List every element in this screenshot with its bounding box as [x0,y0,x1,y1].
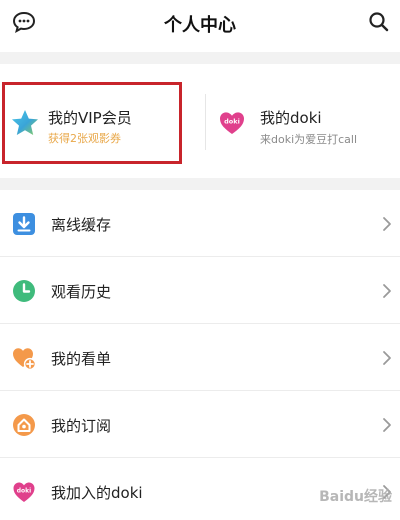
section-gap [0,52,400,64]
menu-item-watch-history[interactable]: 观看历史 [0,257,400,324]
doki-card-subtitle: 来doki为爱豆打call [260,133,358,146]
menu-item-offline-cache[interactable]: 离线缓存 [0,190,400,257]
chevron-right-icon [383,418,391,432]
section-gap [0,178,400,190]
top-bar: 个人中心 [0,0,400,52]
clock-icon [13,280,35,302]
doki-card-title: 我的doki [260,109,322,127]
menu-item-my-watchlist[interactable]: 我的看单 [0,324,400,391]
watermark: Baidu经验 [319,489,392,505]
menu-item-label: 我的看单 [51,350,112,368]
doki-heart-icon: doki [13,482,35,502]
my-doki-card[interactable]: doki 我的doki 来doki为爱豆打call [204,64,400,178]
chevron-right-icon [383,284,391,298]
menu-item-label: 离线缓存 [51,216,112,234]
menu-item-my-subscriptions[interactable]: 我的订阅 [0,391,400,458]
download-icon [13,213,35,235]
membership-cards: 我的VIP会员 获得2张观影券 doki 我的doki 来doki为爱豆打cal… [0,64,400,178]
highlight-frame [2,82,182,164]
doki-icon-text: doki [224,118,240,126]
doki-heart-icon: doki [220,112,244,134]
menu-item-label: 我的订阅 [51,417,112,435]
menu-list: 离线缓存 观看历史 我的看单 我的订阅 doki 我加入的doki [0,190,400,520]
menu-item-label: 观看历史 [51,283,112,301]
menu-item-label: 我加入的doki [51,484,143,502]
chevron-right-icon [383,217,391,231]
doki-icon-text: doki [17,488,31,495]
heart-plus-icon [13,348,36,370]
search-icon[interactable] [368,11,390,33]
chevron-right-icon [383,351,391,365]
home-subscribe-icon [13,414,35,436]
page-title: 个人中心 [164,15,236,36]
